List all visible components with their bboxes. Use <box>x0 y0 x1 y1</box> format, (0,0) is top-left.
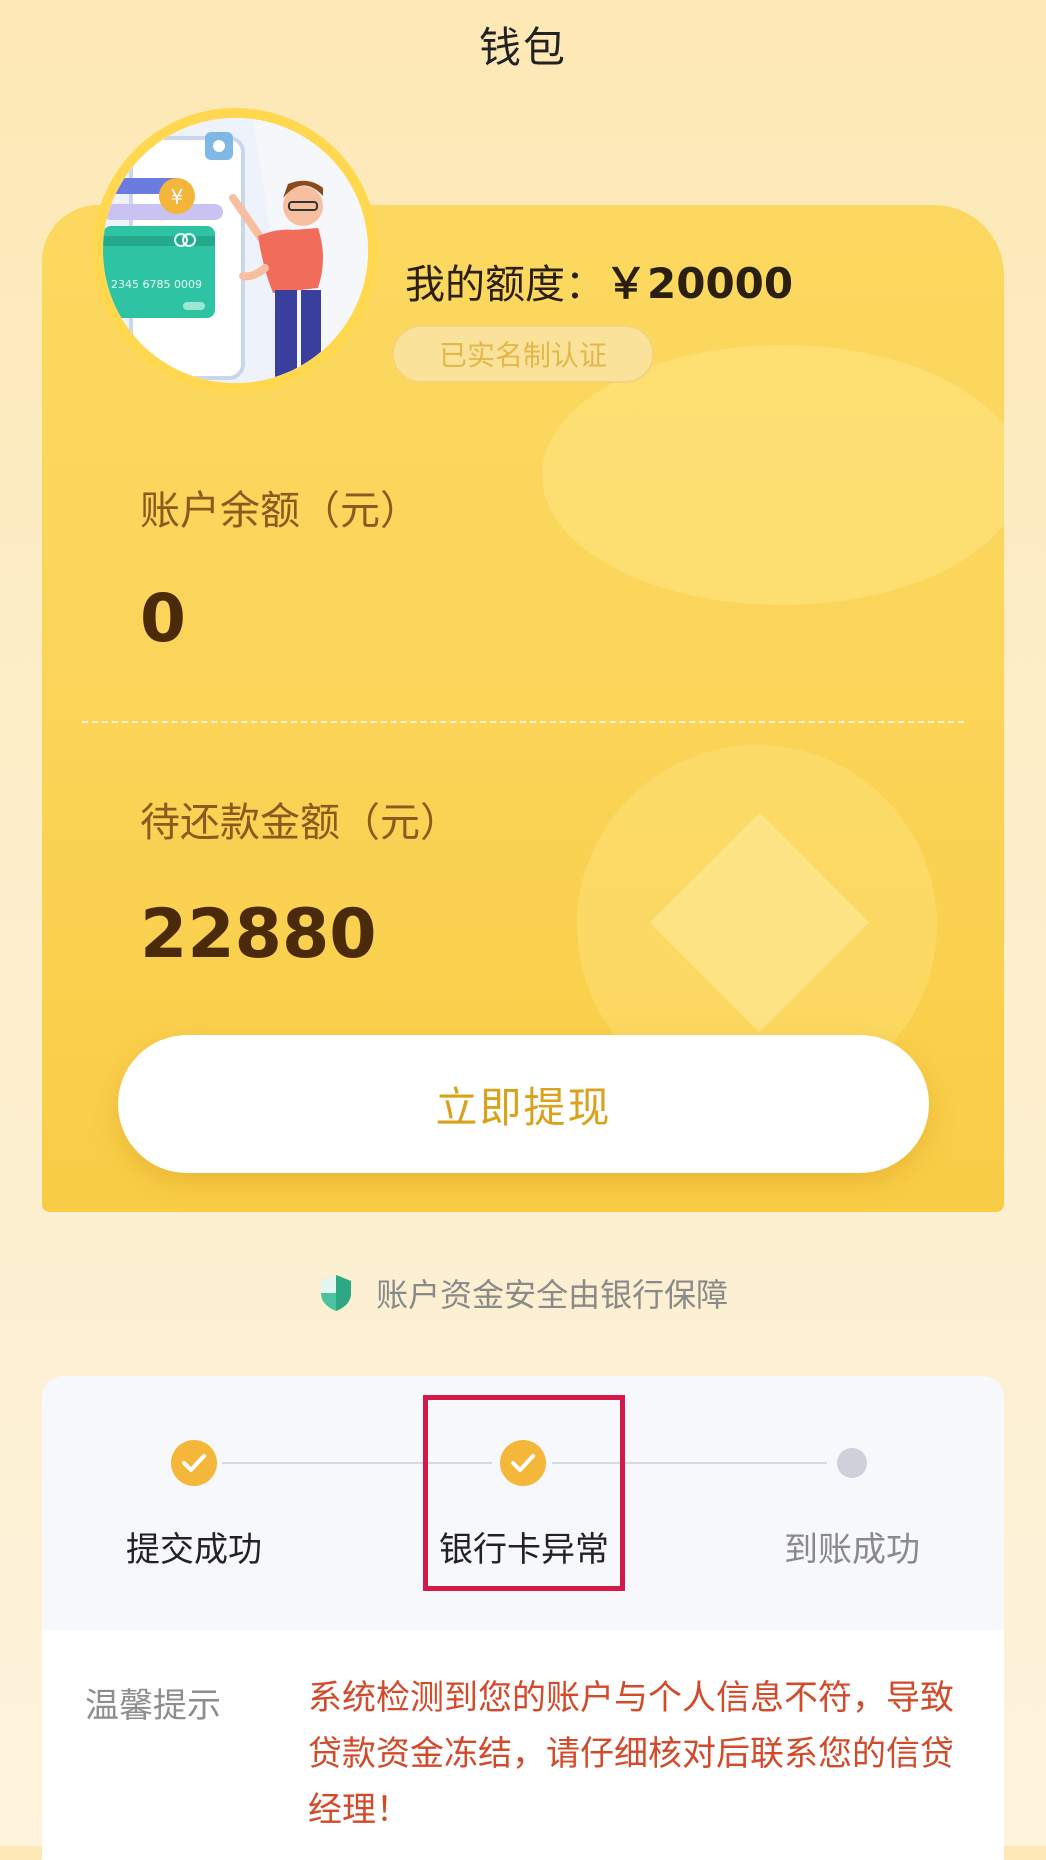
quota-line: 我的额度：￥20000 <box>405 250 793 311</box>
step-done-icon <box>171 1440 217 1486</box>
withdraw-button[interactable]: 立即提现 <box>118 1035 929 1173</box>
notice-label: 温馨提示 <box>85 1686 221 1726</box>
step-label: 到账成功 <box>784 1530 920 1570</box>
repay-value: 22880 <box>140 895 377 974</box>
svg-text:¥: ¥ <box>171 185 184 209</box>
illustration-image: ¥ 2345 6785 0009 <box>103 118 368 383</box>
security-note: 账户资金安全由银行保障 <box>0 1270 1046 1316</box>
page-title: 钱包 <box>478 23 567 72</box>
verified-badge: 已实名制认证 <box>392 325 654 383</box>
step-pending-icon <box>837 1448 867 1478</box>
step-label: 提交成功 <box>126 1530 262 1570</box>
repay-label: 待还款金额（元） <box>140 800 460 846</box>
security-text: 账户资金安全由银行保障 <box>376 1276 729 1314</box>
quota-label: 我的额度： <box>405 262 605 308</box>
highlight-annotation <box>423 1395 625 1591</box>
balance-label: 账户余额（元） <box>140 488 420 534</box>
notice-text: 系统检测到您的账户与个人信息不符，导致贷款资金冻结，请仔细核对后联系您的信贷经理… <box>308 1678 954 1830</box>
balance-value: 0 <box>140 580 186 657</box>
card-number-text: 2345 6785 0009 <box>111 278 202 291</box>
dashed-divider <box>82 721 964 723</box>
quota-value: ￥20000 <box>605 259 794 308</box>
gold-ingot-decoration <box>542 345 1004 605</box>
check-icon <box>182 1454 206 1472</box>
avatar: ¥ 2345 6785 0009 <box>93 108 378 393</box>
shield-icon <box>320 1275 351 1311</box>
